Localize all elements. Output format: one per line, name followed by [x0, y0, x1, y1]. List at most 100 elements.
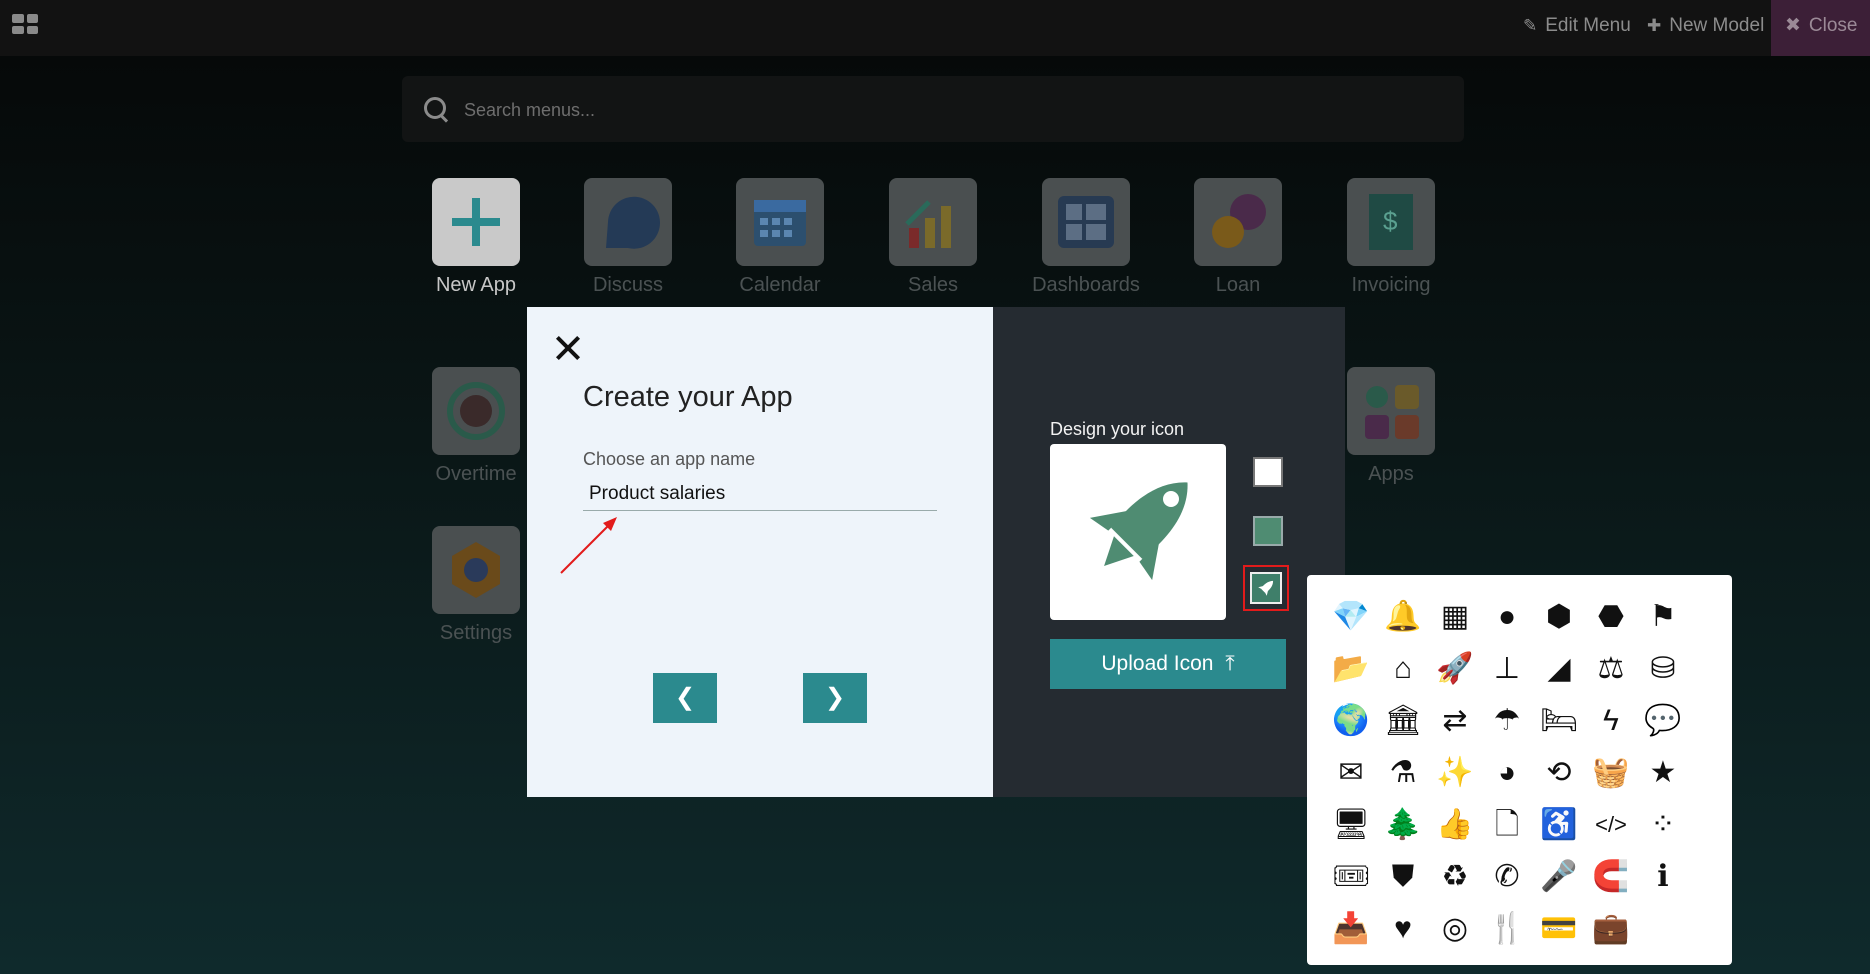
bell-icon[interactable]: 🔔 [1377, 591, 1429, 643]
globe-icon[interactable]: 🌍 [1325, 695, 1377, 747]
briefcase-icon[interactable]: 💼 [1585, 903, 1637, 955]
chevron-right-icon: ❯ [824, 684, 846, 711]
retweet-icon[interactable]: ⟲ [1533, 747, 1585, 799]
app-tile-new-app[interactable]: New App [416, 178, 536, 297]
flask-icon[interactable]: ⚗ [1377, 747, 1429, 799]
shield-icon[interactable]: ⛊ [1377, 851, 1429, 903]
app-switcher-icon[interactable] [12, 14, 38, 34]
apps-icon [1347, 367, 1435, 455]
plus-icon [432, 178, 520, 266]
icon-picker-popover: 💎 🔔 ▦ ● ⬢ ⬣ ⚑ 📂 ⌂ 🚀 ⊥ ◢ ⚖ ⛁ 🌍 🏛 ⇄ ☂ 🛏 ϟ 💬 ✉ ⚗ ✨ ◕ ⟲ 🧺 ★ 🖥 🌲 👍 🗋 ♿ </> ⁘ 🎟 ⛊ ♻… [1307, 575, 1732, 965]
search-input[interactable] [462, 92, 1366, 128]
close-editor-button[interactable]: ✖ Close [1771, 0, 1870, 56]
settings-icon [432, 526, 520, 614]
icon-color-swatch[interactable] [1253, 516, 1283, 546]
close-icon[interactable] [553, 333, 583, 363]
credit-card-icon[interactable]: 💳 [1533, 903, 1585, 955]
folder-open-icon[interactable]: 📂 [1325, 643, 1377, 695]
circle-icon[interactable]: ● [1481, 591, 1533, 643]
app-tile-dashboards[interactable]: Dashboards [1026, 178, 1146, 297]
flag-icon[interactable]: ⚑ [1637, 591, 1689, 643]
inbox-icon[interactable]: 📥 [1325, 903, 1377, 955]
info-icon[interactable]: ℹ [1637, 851, 1689, 903]
bullseye-icon[interactable]: ◎ [1429, 903, 1481, 955]
new-model-button[interactable]: ✚ New Model [1647, 0, 1764, 56]
desktop-icon[interactable]: 🖥 [1325, 799, 1377, 851]
rocket-icon [1089, 482, 1188, 581]
calendar-icon [736, 178, 824, 266]
app-tile-loan[interactable]: Loan [1178, 178, 1298, 297]
dashboard-icon [1042, 178, 1130, 266]
microphone-icon[interactable]: 🎤 [1533, 851, 1585, 903]
shopping-basket-icon[interactable]: 🧺 [1585, 747, 1637, 799]
app-tile-apps[interactable]: Apps [1331, 367, 1451, 486]
design-icon-label: Design your icon [1050, 419, 1185, 439]
rocket-icon[interactable]: 🚀 [1429, 643, 1481, 695]
app-tile-discuss[interactable]: Discuss [568, 178, 688, 297]
edit-menu-button[interactable]: ✎ Edit Menu [1523, 0, 1631, 56]
app-tile-invoicing[interactable]: $ Invoicing [1331, 178, 1451, 297]
spinner-icon[interactable]: ⁘ [1637, 799, 1689, 851]
bank-icon[interactable]: 🏛 [1377, 695, 1429, 747]
file-icon[interactable]: 🗋 [1481, 799, 1533, 851]
upload-icon-button[interactable]: Upload Icon ⤒ [1050, 639, 1286, 689]
next-button[interactable]: ❯ [803, 673, 867, 723]
app-tile-overtime[interactable]: Overtime [416, 367, 536, 486]
app-tile-calendar[interactable]: Calendar [720, 178, 840, 297]
upload-icon: ⤒ [1225, 652, 1235, 675]
previous-button[interactable]: ❮ [653, 673, 717, 723]
app-tile-sales[interactable]: Sales [873, 178, 993, 297]
background-color-swatch[interactable] [1253, 457, 1283, 487]
icon-preview [1050, 444, 1226, 620]
umbrella-icon[interactable]: ☂ [1481, 695, 1533, 747]
random-icon[interactable]: ⇄ [1429, 695, 1481, 747]
code-icon[interactable]: </> [1585, 799, 1637, 851]
app-name-label: Choose an app name [583, 449, 756, 469]
annotation-arrow [560, 517, 617, 574]
loan-icon [1194, 178, 1282, 266]
thumbs-up-icon[interactable]: 👍 [1429, 799, 1481, 851]
cutlery-icon[interactable]: 🍴 [1481, 903, 1533, 955]
cube-icon[interactable]: ⬢ [1533, 591, 1585, 643]
search-bar [402, 76, 1464, 142]
wheelchair-icon[interactable]: ♿ [1533, 799, 1585, 851]
invoice-icon: $ [1347, 178, 1435, 266]
phone-icon[interactable]: ✆ [1481, 851, 1533, 903]
bed-icon[interactable]: 🛏 [1533, 695, 1585, 747]
chevron-left-icon: ❮ [674, 684, 696, 711]
area-chart-icon[interactable]: ◢ [1533, 643, 1585, 695]
icon-grid: 💎 🔔 ▦ ● ⬢ ⬣ ⚑ 📂 ⌂ 🚀 ⊥ ◢ ⚖ ⛁ 🌍 🏛 ⇄ ☂ 🛏 ϟ 💬 ✉ ⚗ ✨ ◕ ⟲ 🧺 ★ 🖥 🌲 👍 🗋 ♿ </> ⁘ 🎟 ⛊ ♻… [1325, 591, 1689, 955]
pencil-icon: ✎ [1523, 16, 1538, 35]
home-icon[interactable]: ⌂ [1377, 643, 1429, 695]
balance-scale-icon[interactable]: ⚖ [1585, 643, 1637, 695]
app-tile-settings[interactable]: Settings [416, 526, 536, 645]
magnet-icon[interactable]: 🧲 [1585, 851, 1637, 903]
tree-icon[interactable]: 🌲 [1377, 799, 1429, 851]
ticket-icon[interactable]: 🎟 [1325, 851, 1377, 903]
plus-icon: ✚ [1647, 16, 1662, 35]
sales-chart-icon [889, 178, 977, 266]
bolt-icon[interactable]: ϟ [1585, 695, 1637, 747]
close-icon: ✖ [1785, 15, 1801, 36]
dialog-title: Create your App [583, 381, 793, 413]
diamond-icon[interactable]: 💎 [1325, 591, 1377, 643]
heart-icon[interactable]: ♥ [1377, 903, 1429, 955]
comment-dots-icon[interactable]: 💬 [1637, 695, 1689, 747]
database-icon[interactable]: ⛁ [1637, 643, 1689, 695]
discuss-icon [584, 178, 672, 266]
cubes-icon[interactable]: ⬣ [1585, 591, 1637, 643]
magic-icon[interactable]: ✨ [1429, 747, 1481, 799]
sitemap-icon[interactable]: ⊥ [1481, 643, 1533, 695]
rocket-icon [1250, 572, 1282, 604]
clock-icon [432, 367, 520, 455]
dialog-right-panel: Design your icon Upload Icon ⤒ [993, 307, 1345, 797]
star-icon[interactable]: ★ [1637, 747, 1689, 799]
envelope-icon[interactable]: ✉ [1325, 747, 1377, 799]
pie-chart-icon[interactable]: ◕ [1481, 747, 1533, 799]
recycle-icon[interactable]: ♻ [1429, 851, 1481, 903]
app-name-input[interactable] [583, 477, 937, 511]
search-icon [424, 97, 446, 119]
icon-selector-button[interactable] [1243, 565, 1289, 611]
create-app-dialog: Create your App Choose an app name ❮ ❯ D… [527, 307, 1345, 797]
calendar-icon[interactable]: ▦ [1429, 591, 1481, 643]
